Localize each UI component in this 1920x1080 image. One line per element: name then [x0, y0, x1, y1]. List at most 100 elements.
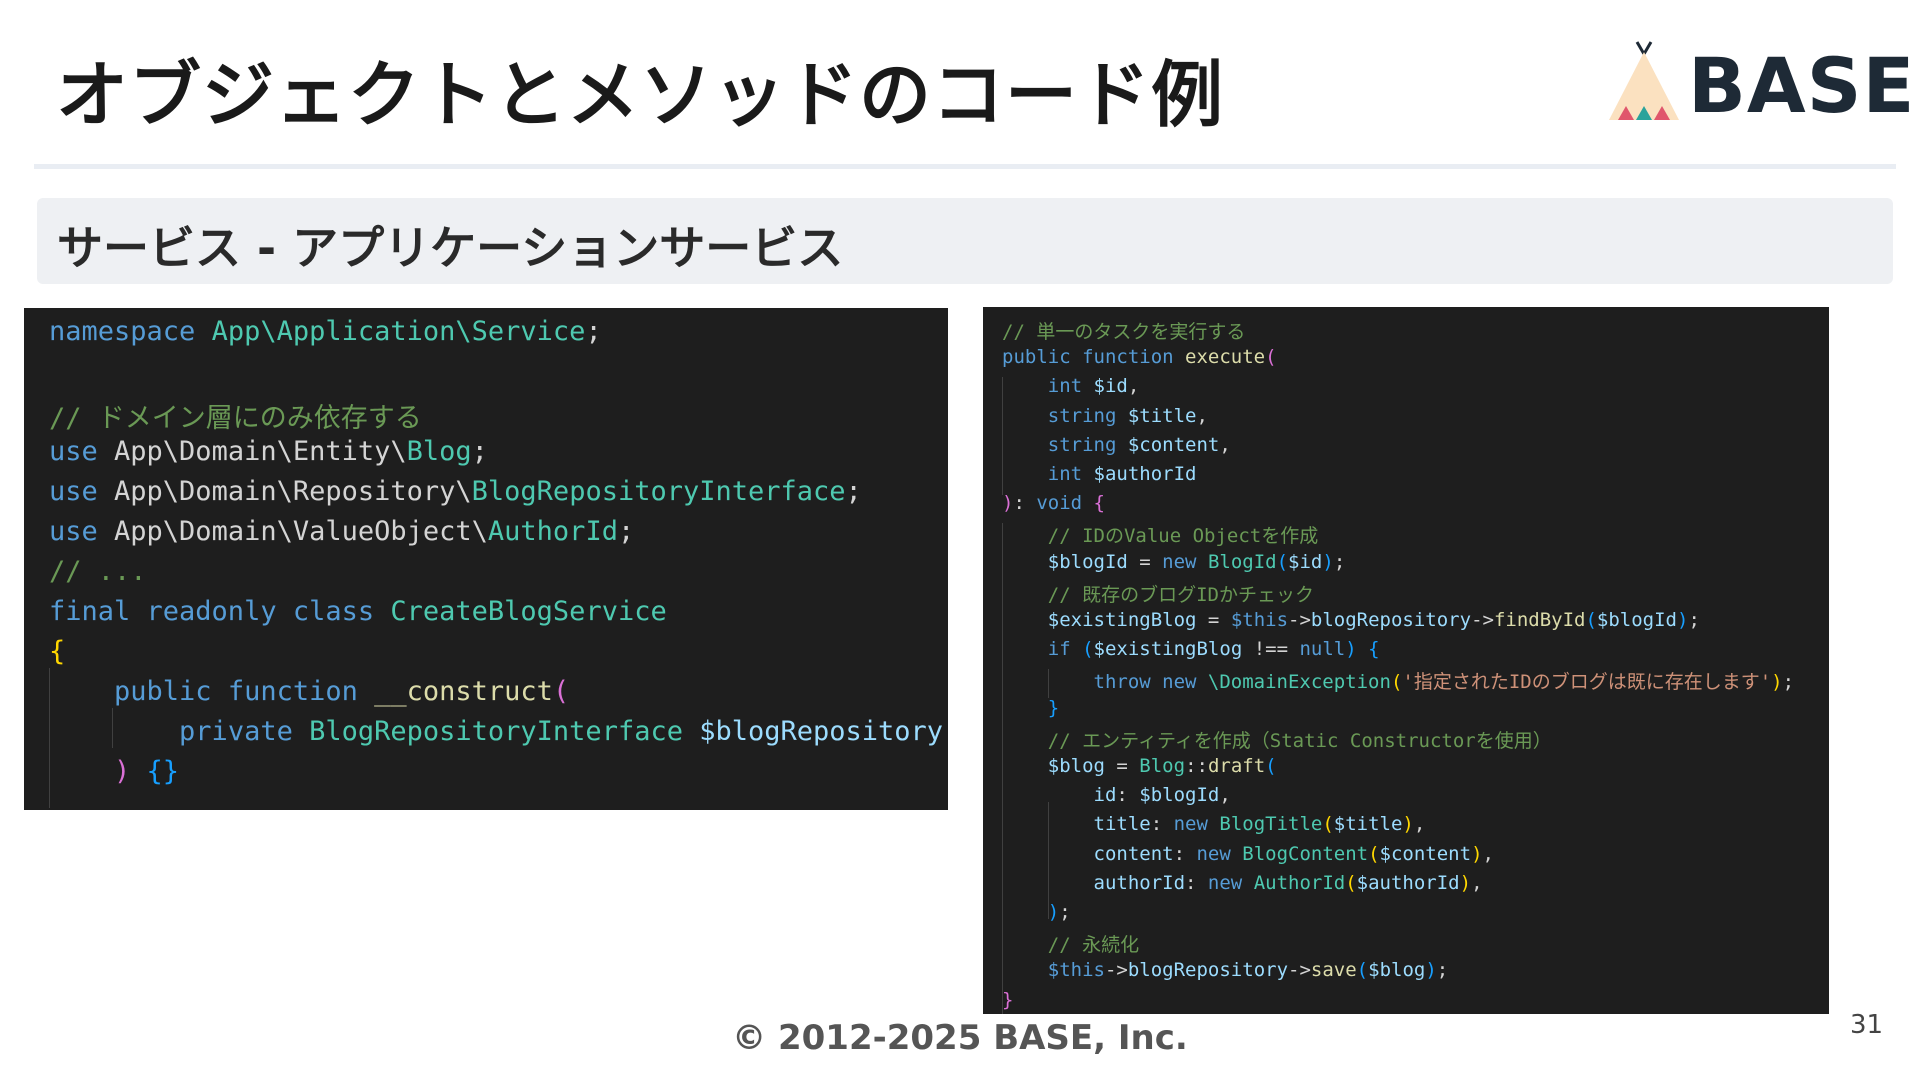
code-token: ,: [1471, 871, 1483, 894]
code-token: $blog: [1047, 755, 1105, 777]
page-number: 31: [1850, 1010, 1884, 1040]
code-token: $blogId: [1047, 550, 1128, 573]
code-token: (: [552, 676, 570, 707]
code-token: (: [1082, 638, 1094, 661]
code-line: if ($existingBlog !== null) {: [1002, 638, 1380, 660]
code-line: private BlogRepositoryInterface $blogRep…: [49, 716, 943, 747]
code-token: (: [1276, 550, 1289, 573]
code-token: ): [1322, 550, 1334, 573]
code-token: }: [1047, 696, 1060, 719]
code-line: namespace App\Application\Service;: [49, 316, 602, 347]
tent-icon: [1609, 41, 1679, 120]
code-token: final readonly class: [49, 596, 391, 627]
indent-guide: [1002, 377, 1003, 495]
code-token: CreateBlogService: [390, 596, 667, 627]
code-token: ->: [1104, 959, 1128, 982]
code-line: throw new \DomainException('指定されたIDのブログは…: [1002, 667, 1795, 694]
subtitle-band: サービス - アプリケーションサービス: [37, 198, 1893, 284]
code-token: $title: [1333, 813, 1403, 836]
code-token: Blog: [1139, 755, 1186, 777]
indent-guide: [49, 668, 50, 808]
code-panel-service-class: namespace App\Application\Service; // ドメイ…: [24, 308, 948, 810]
code-token: // 単一のタスクを実行する: [1002, 321, 1246, 343]
code-line: // IDのValue Objectを作成: [1002, 521, 1318, 548]
code-token: $existingBlog: [1047, 609, 1197, 631]
code-line: authorId: new AuthorId($authorId),: [1002, 872, 1483, 894]
code-token: (: [1585, 609, 1597, 631]
code-token: use: [49, 516, 115, 547]
code-token: string: [1047, 404, 1128, 427]
code-token: !==: [1242, 638, 1300, 661]
code-token: ): [1402, 813, 1414, 836]
code-token: $id: [1288, 550, 1323, 573]
code-token: (: [1390, 671, 1403, 694]
code-token: __construct: [374, 676, 553, 707]
code-token: '指定されたIDのブログは既に存在します': [1402, 671, 1772, 694]
code-token: // ドメイン層にのみ依存する: [49, 403, 422, 434]
code-token: {: [1093, 492, 1105, 515]
code-line: );: [1002, 901, 1071, 923]
code-token: App\Application\Service: [211, 316, 586, 347]
code-line: // ドメイン層にのみ依存する: [49, 396, 422, 435]
code-token: AuthorId: [487, 516, 618, 547]
code-token: draft: [1207, 755, 1266, 777]
code-token: $title: [1127, 404, 1197, 427]
code-token: BlogContent: [1242, 842, 1369, 865]
code-token: ;: [471, 436, 488, 467]
code-line: string $title,: [1002, 405, 1208, 427]
code-token: $content: [1379, 842, 1472, 865]
code-token: BlogId: [1207, 550, 1277, 573]
code-line: }: [1002, 989, 1013, 1011]
code-token: App\Domain\Entity\: [114, 436, 407, 467]
code-line: public function execute(: [1002, 346, 1277, 368]
code-line: {: [49, 636, 65, 667]
code-token: :: [1150, 813, 1174, 836]
code-line: title: new BlogTitle($title),: [1002, 813, 1426, 836]
code-token: ,: [1482, 842, 1494, 865]
code-line: $this->blogRepository->save($blog);: [1002, 959, 1448, 981]
code-line: use App\Domain\Repository\BlogRepository…: [49, 476, 862, 507]
code-token: ;: [617, 516, 635, 547]
code-token: $this: [1047, 959, 1105, 982]
code-token: \DomainException: [1207, 671, 1391, 694]
code-token: ): [1002, 492, 1014, 515]
code-token: if: [1047, 638, 1083, 661]
code-token: string: [1047, 433, 1128, 456]
copyright-footer: © 2012-2025 BASE, Inc.: [732, 1018, 1188, 1058]
code-line: public function __construct(: [49, 676, 569, 707]
code-token: {: [49, 636, 66, 667]
code-line: use App\Domain\ValueObject\AuthorId;: [49, 516, 634, 547]
code-line: int $id,: [1002, 375, 1140, 397]
code-token: ): [1047, 901, 1060, 923]
code-token: ): [1459, 871, 1472, 894]
code-token: execute: [1185, 346, 1266, 369]
code-token: {}: [146, 756, 180, 787]
title-divider: [34, 164, 1896, 169]
code-token: App\Domain\ValueObject\: [114, 516, 488, 547]
code-token: :: [1185, 871, 1208, 894]
code-token: use: [49, 436, 115, 467]
code-token: :: [1116, 784, 1140, 807]
code-token: (: [1265, 346, 1277, 369]
code-token: :: [1013, 492, 1037, 515]
code-line: $existingBlog = $this->blogRepository->f…: [1002, 609, 1700, 631]
code-token: ): [1677, 609, 1689, 631]
code-token: ) {: [1345, 638, 1380, 661]
code-line: // エンティティを作成（Static Constructorを使用）: [1002, 726, 1552, 753]
code-token: ): [1471, 842, 1483, 865]
code-line: }: [1002, 697, 1059, 719]
code-line: // 既存のブログIDかチェック: [1002, 580, 1314, 607]
code-line: ) {}: [49, 756, 179, 787]
code-line: int $authorId: [1002, 463, 1197, 485]
